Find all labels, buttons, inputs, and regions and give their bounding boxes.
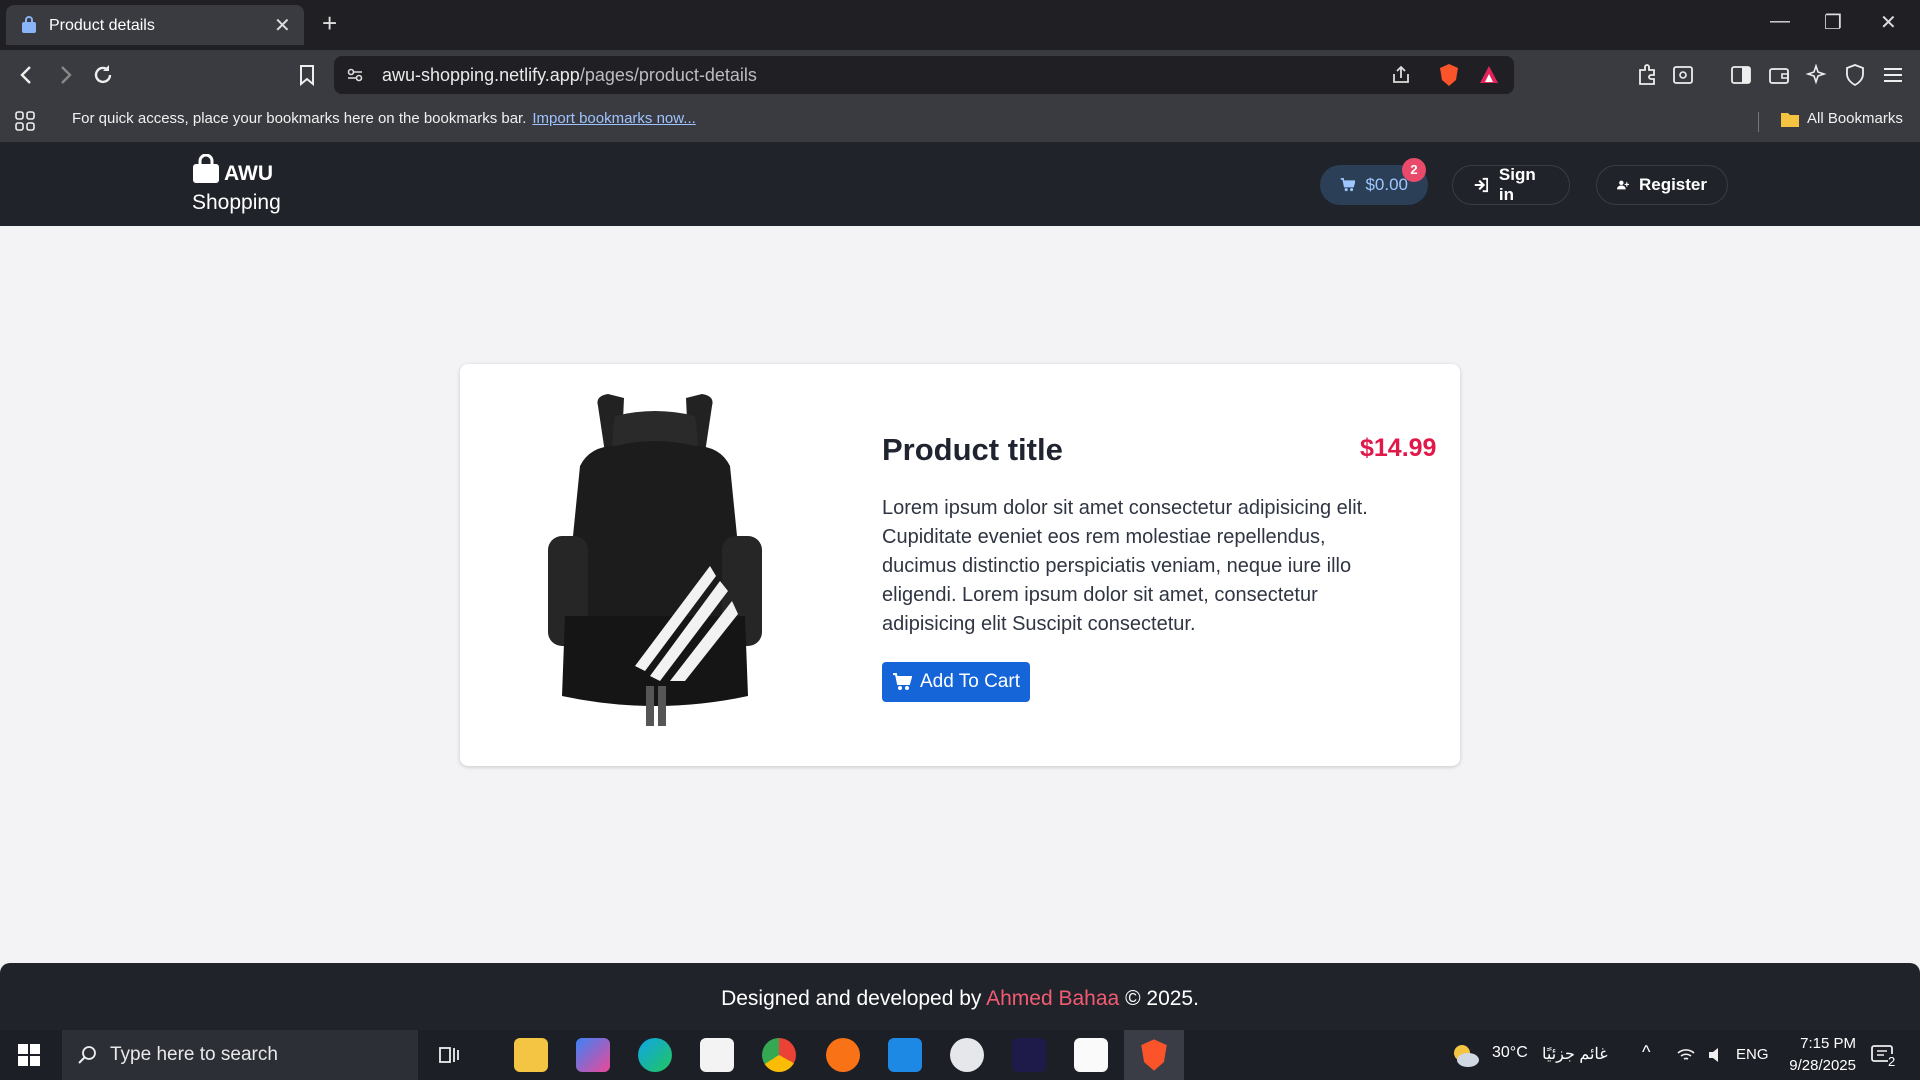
brand-subtitle: Shopping (192, 191, 281, 214)
register-label: Register (1638, 175, 1707, 194)
product-description: Lorem ipsum dolor sit amet consectetur a… (882, 497, 1368, 635)
windows-start-icon[interactable] (18, 1044, 40, 1066)
brave-icon (1141, 1039, 1167, 1071)
weather-temp: 30°C (1492, 1044, 1528, 1061)
footer-prefix: Designed and developed by (721, 987, 982, 1010)
clock-time[interactable]: 7:15 PM (1786, 1035, 1856, 1052)
forward-icon[interactable] (52, 62, 78, 88)
site-navbar: AWU Shopping $0.00 2 Sign in Register (0, 142, 1920, 226)
task-view-icon[interactable] (436, 1042, 462, 1068)
product-title: Product title (882, 432, 1063, 467)
clock-date[interactable]: 9/28/2025 (1776, 1057, 1856, 1074)
taskbar-search[interactable]: Type here to search (62, 1030, 418, 1080)
sign-in-label: Sign in (1498, 165, 1536, 204)
brave-rewards-icon[interactable] (1478, 64, 1500, 86)
windows-taskbar: Type here to search 30°C غائم جزئيًا ^ E… (0, 1030, 1920, 1080)
mongodb-compass-icon[interactable] (950, 1038, 984, 1072)
address-bar[interactable]: awu-shopping.netlify.app/pages/product-d… (334, 56, 1514, 94)
chevron-up-icon[interactable]: ^ (1642, 1042, 1650, 1063)
shopping-bag-icon (193, 154, 219, 183)
footer-copyright: © 2025. (1125, 987, 1199, 1010)
import-bookmarks-link[interactable]: Import bookmarks now... (532, 110, 695, 127)
volume-icon[interactable] (1706, 1045, 1726, 1065)
premiere-pro-icon[interactable] (1012, 1038, 1046, 1072)
reload-icon[interactable] (90, 62, 116, 88)
bookmark-icon[interactable] (294, 62, 320, 88)
share-icon[interactable] (1390, 64, 1412, 86)
search-placeholder: Type here to search (110, 1044, 278, 1065)
author-link[interactable]: Ahmed Bahaa (986, 987, 1119, 1010)
close-window-icon[interactable]: ✕ (1880, 10, 1897, 35)
close-tab-icon[interactable]: ✕ (274, 13, 291, 38)
folder-icon (1781, 113, 1799, 127)
add-user-icon (1617, 180, 1629, 190)
add-to-cart-button[interactable]: Add To Cart (882, 662, 1030, 702)
product-price: $14.99 (1360, 434, 1437, 462)
bookmarks-bar: For quick access, place your bookmarks h… (0, 100, 1920, 142)
microsoft-store-icon[interactable] (700, 1038, 734, 1072)
all-bookmarks-button[interactable]: All Bookmarks (1807, 110, 1903, 127)
browser-tab-bar: Product details ✕ + — ❐ ✕ (0, 0, 1920, 50)
reader-mode-icon[interactable] (1670, 62, 1696, 88)
copilot-icon[interactable] (576, 1038, 610, 1072)
shopping-bag-icon (22, 16, 36, 33)
vpn-icon[interactable] (1842, 62, 1868, 88)
search-icon (78, 1046, 96, 1064)
tab-product-details[interactable]: Product details ✕ (6, 5, 304, 45)
tab-title: Product details (49, 17, 155, 34)
cart-icon (1340, 178, 1356, 192)
language-indicator[interactable]: ENG (1736, 1046, 1769, 1063)
sidebar-icon[interactable] (1728, 62, 1754, 88)
site-settings-icon[interactable] (346, 66, 364, 84)
notification-count: 2 (1888, 1054, 1896, 1069)
brave-shields-icon[interactable] (1438, 63, 1460, 87)
weather-icon (1454, 1045, 1479, 1067)
sign-in-button[interactable]: Sign in (1452, 165, 1570, 205)
vscode-icon[interactable] (888, 1038, 922, 1072)
new-tab-button[interactable]: + (322, 8, 337, 39)
menu-icon[interactable] (1880, 62, 1906, 88)
apps-grid-icon[interactable] (14, 110, 36, 132)
divider (1758, 112, 1759, 132)
weather-description: غائم جزئيًا (1542, 1046, 1608, 1063)
back-icon[interactable] (14, 62, 40, 88)
cart-total: $0.00 (1365, 175, 1408, 194)
register-button[interactable]: Register (1596, 165, 1728, 205)
product-card: Product title $14.99 Lorem ipsum dolor s… (460, 364, 1460, 766)
leo-ai-icon[interactable] (1804, 62, 1830, 88)
brave-taskbar-active[interactable] (1124, 1030, 1184, 1080)
file-explorer-icon[interactable] (514, 1038, 548, 1072)
edge-icon[interactable] (638, 1038, 672, 1072)
sign-in-icon (1474, 177, 1489, 193)
add-to-cart-label: Add To Cart (920, 671, 1020, 692)
wallet-icon[interactable] (1766, 62, 1792, 88)
minimize-icon[interactable]: — (1770, 10, 1790, 33)
url-text: awu-shopping.netlify.app/pages/product-d… (382, 65, 757, 85)
cart-count-badge: 2 (1402, 158, 1426, 182)
cart-plus-icon (893, 673, 912, 690)
chrome-icon[interactable] (762, 1038, 796, 1072)
postman-icon[interactable] (826, 1038, 860, 1072)
extensions-icon[interactable] (1634, 62, 1660, 88)
bookmarks-message: For quick access, place your bookmarks h… (72, 110, 696, 127)
notion-icon[interactable] (1074, 1038, 1108, 1072)
product-image (548, 394, 762, 726)
browser-toolbar: awu-shopping.netlify.app/pages/product-d… (0, 50, 1920, 100)
brand-name: AWU (224, 162, 273, 185)
restore-icon[interactable]: ❐ (1824, 10, 1842, 35)
site-footer: Designed and developed by Ahmed Bahaa © … (0, 963, 1920, 1030)
wifi-icon[interactable] (1676, 1045, 1696, 1065)
